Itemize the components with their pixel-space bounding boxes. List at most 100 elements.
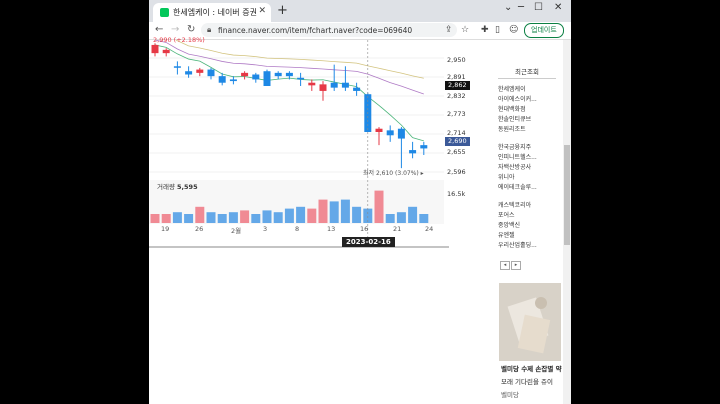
ad-product-illustration <box>499 283 561 361</box>
price-tick-6: 2,655 <box>447 148 466 156</box>
profile-avatar-icon[interactable]: ☺ <box>509 25 518 35</box>
volume-bar <box>273 212 283 223</box>
date-tick-8: 21 <box>393 225 402 233</box>
volume-bar <box>340 199 350 223</box>
back-icon[interactable]: ← <box>155 24 163 35</box>
scrollbar-thumb[interactable] <box>564 145 570 245</box>
volume-bar <box>419 214 429 223</box>
recent-item[interactable]: 한국금융지주 <box>498 142 558 151</box>
volume-bar <box>408 206 418 223</box>
price-tick-7: 2,596 <box>447 168 466 176</box>
price-tick-5: 2,714 <box>447 129 466 137</box>
candle-body <box>241 72 249 77</box>
update-button[interactable]: 업데이트 <box>524 23 564 38</box>
candle-body <box>263 71 271 86</box>
close-tab-icon[interactable]: ✕ <box>258 6 266 16</box>
volume-bar <box>161 214 171 223</box>
volume-bar <box>385 214 395 223</box>
recent-item[interactable]: 에이테크솔루... <box>498 182 558 191</box>
candle-body <box>185 71 193 75</box>
volume-bar <box>262 210 272 223</box>
volume-bar <box>206 212 216 223</box>
page-scrollbar[interactable] <box>563 40 571 404</box>
volume-bar <box>217 214 227 223</box>
candle-body <box>196 69 204 73</box>
page-content: 2,990 (+2.18%) 2,950 2,891 2,862 2,832 2… <box>149 31 571 404</box>
maximize-icon[interactable]: ☐ <box>534 2 543 13</box>
recent-item[interactable]: 한솔인티큐브 <box>498 114 558 123</box>
volume-bar <box>150 214 160 223</box>
next-page-icon[interactable]: ▸ <box>511 261 521 270</box>
date-tick-6: 13 <box>327 225 336 233</box>
date-tick-2: 26 <box>195 225 204 233</box>
candle-body <box>162 49 170 54</box>
candle-body <box>173 66 181 68</box>
ad-caption-line: 벨미당 수제 손잡별 약 <box>501 365 562 373</box>
volume-bar <box>184 214 194 223</box>
minimize-icon[interactable]: ─ <box>518 2 524 13</box>
price-tick-3: 2,832 <box>447 92 466 100</box>
prev-page-icon[interactable]: ◂ <box>500 261 510 270</box>
volume-bar <box>240 210 250 223</box>
recent-item[interactable]: 유엔젤 <box>498 230 558 239</box>
moving-average-line <box>154 39 424 95</box>
candle-body <box>297 77 305 80</box>
candle-body <box>330 82 338 88</box>
tab-bar: 한세엠케이 : 네이버 증권 ✕ + ⌄ ─ ☐ ✕ <box>149 0 571 22</box>
chart-svg <box>149 31 449 248</box>
bookmark-star-icon[interactable]: ☆ <box>461 25 469 35</box>
price-tick-4: 2,773 <box>447 110 466 118</box>
reload-icon[interactable]: ↻ <box>187 24 195 35</box>
recent-item[interactable]: 인피니트헬스... <box>498 152 558 161</box>
recent-item[interactable]: 아이에스이커... <box>498 94 558 103</box>
forward-icon[interactable]: → <box>171 24 179 35</box>
low-price-marker: 최저 2,610 (3.07%) ▸ <box>363 170 424 177</box>
recent-item[interactable]: 중앙백신 <box>498 220 558 229</box>
recent-item[interactable]: 자백산방공사 <box>498 162 558 171</box>
volume-bar <box>352 206 362 223</box>
close-window-icon[interactable]: ✕ <box>554 2 562 13</box>
recent-item[interactable]: 한세엠케이 <box>498 84 558 93</box>
date-tick-5: 8 <box>295 225 300 233</box>
hover-price-tag: 2,690 <box>445 137 470 146</box>
candle-body <box>319 84 327 91</box>
volume-bar <box>318 199 328 223</box>
candle-body <box>308 82 316 86</box>
volume-bar <box>296 206 306 223</box>
candle-body <box>375 128 383 132</box>
candle-body <box>151 44 159 54</box>
volume-bar <box>307 208 317 223</box>
browser-toolbar: ← → ↻ 🔒︎ finance.naver.com/item/fchart.n… <box>149 22 571 40</box>
hover-date-label: 2023-02-16 <box>342 237 395 247</box>
candle-body <box>420 145 428 149</box>
volume-bar <box>195 206 205 223</box>
recent-item[interactable]: 우리산업홀딩... <box>498 240 558 249</box>
lock-icon: 🔒︎ <box>207 25 212 34</box>
stock-chart[interactable]: 2,990 (+2.18%) 2,950 2,891 2,862 2,832 2… <box>149 31 470 250</box>
current-price-tag: 2,862 <box>445 81 470 90</box>
recent-item[interactable]: 포어스 <box>498 210 558 219</box>
recent-item[interactable]: 캐스텍코리아 <box>498 200 558 209</box>
recent-item[interactable]: 동원리조트 <box>498 124 558 133</box>
address-bar[interactable]: 🔒︎ finance.naver.com/item/fchart.naver?c… <box>201 23 457 37</box>
active-tab[interactable]: 한세엠케이 : 네이버 증권 ✕ <box>153 3 271 22</box>
extensions-icon[interactable]: ✚ <box>481 25 489 35</box>
date-tick-9: 24 <box>425 225 434 233</box>
naver-favicon-icon <box>160 8 169 17</box>
ad-caption-line: 벨미당 <box>501 391 519 399</box>
candle-body <box>386 130 394 136</box>
recent-item[interactable]: 현대백화점 <box>498 104 558 113</box>
ad-image[interactable] <box>499 283 561 361</box>
candle-body <box>409 150 417 154</box>
recent-views-title: 최근조회 <box>498 66 556 79</box>
new-tab-icon[interactable]: + <box>277 3 288 18</box>
chevron-down-icon[interactable]: ⌄ <box>504 2 512 13</box>
volume-label: 거래량 5,595 <box>157 183 198 191</box>
recent-item[interactable]: 위니아 <box>498 172 558 181</box>
moving-average-line <box>154 44 424 142</box>
sidepanel-icon[interactable]: ▯ <box>495 25 500 35</box>
ad-caption[interactable]: 벨미당 수제 손잡별 약 모래 기다린을 쥬이 벨미당 <box>501 363 563 399</box>
volume-bar <box>251 214 261 223</box>
volume-bar <box>172 212 182 223</box>
share-icon[interactable]: ⇪ <box>445 25 453 35</box>
